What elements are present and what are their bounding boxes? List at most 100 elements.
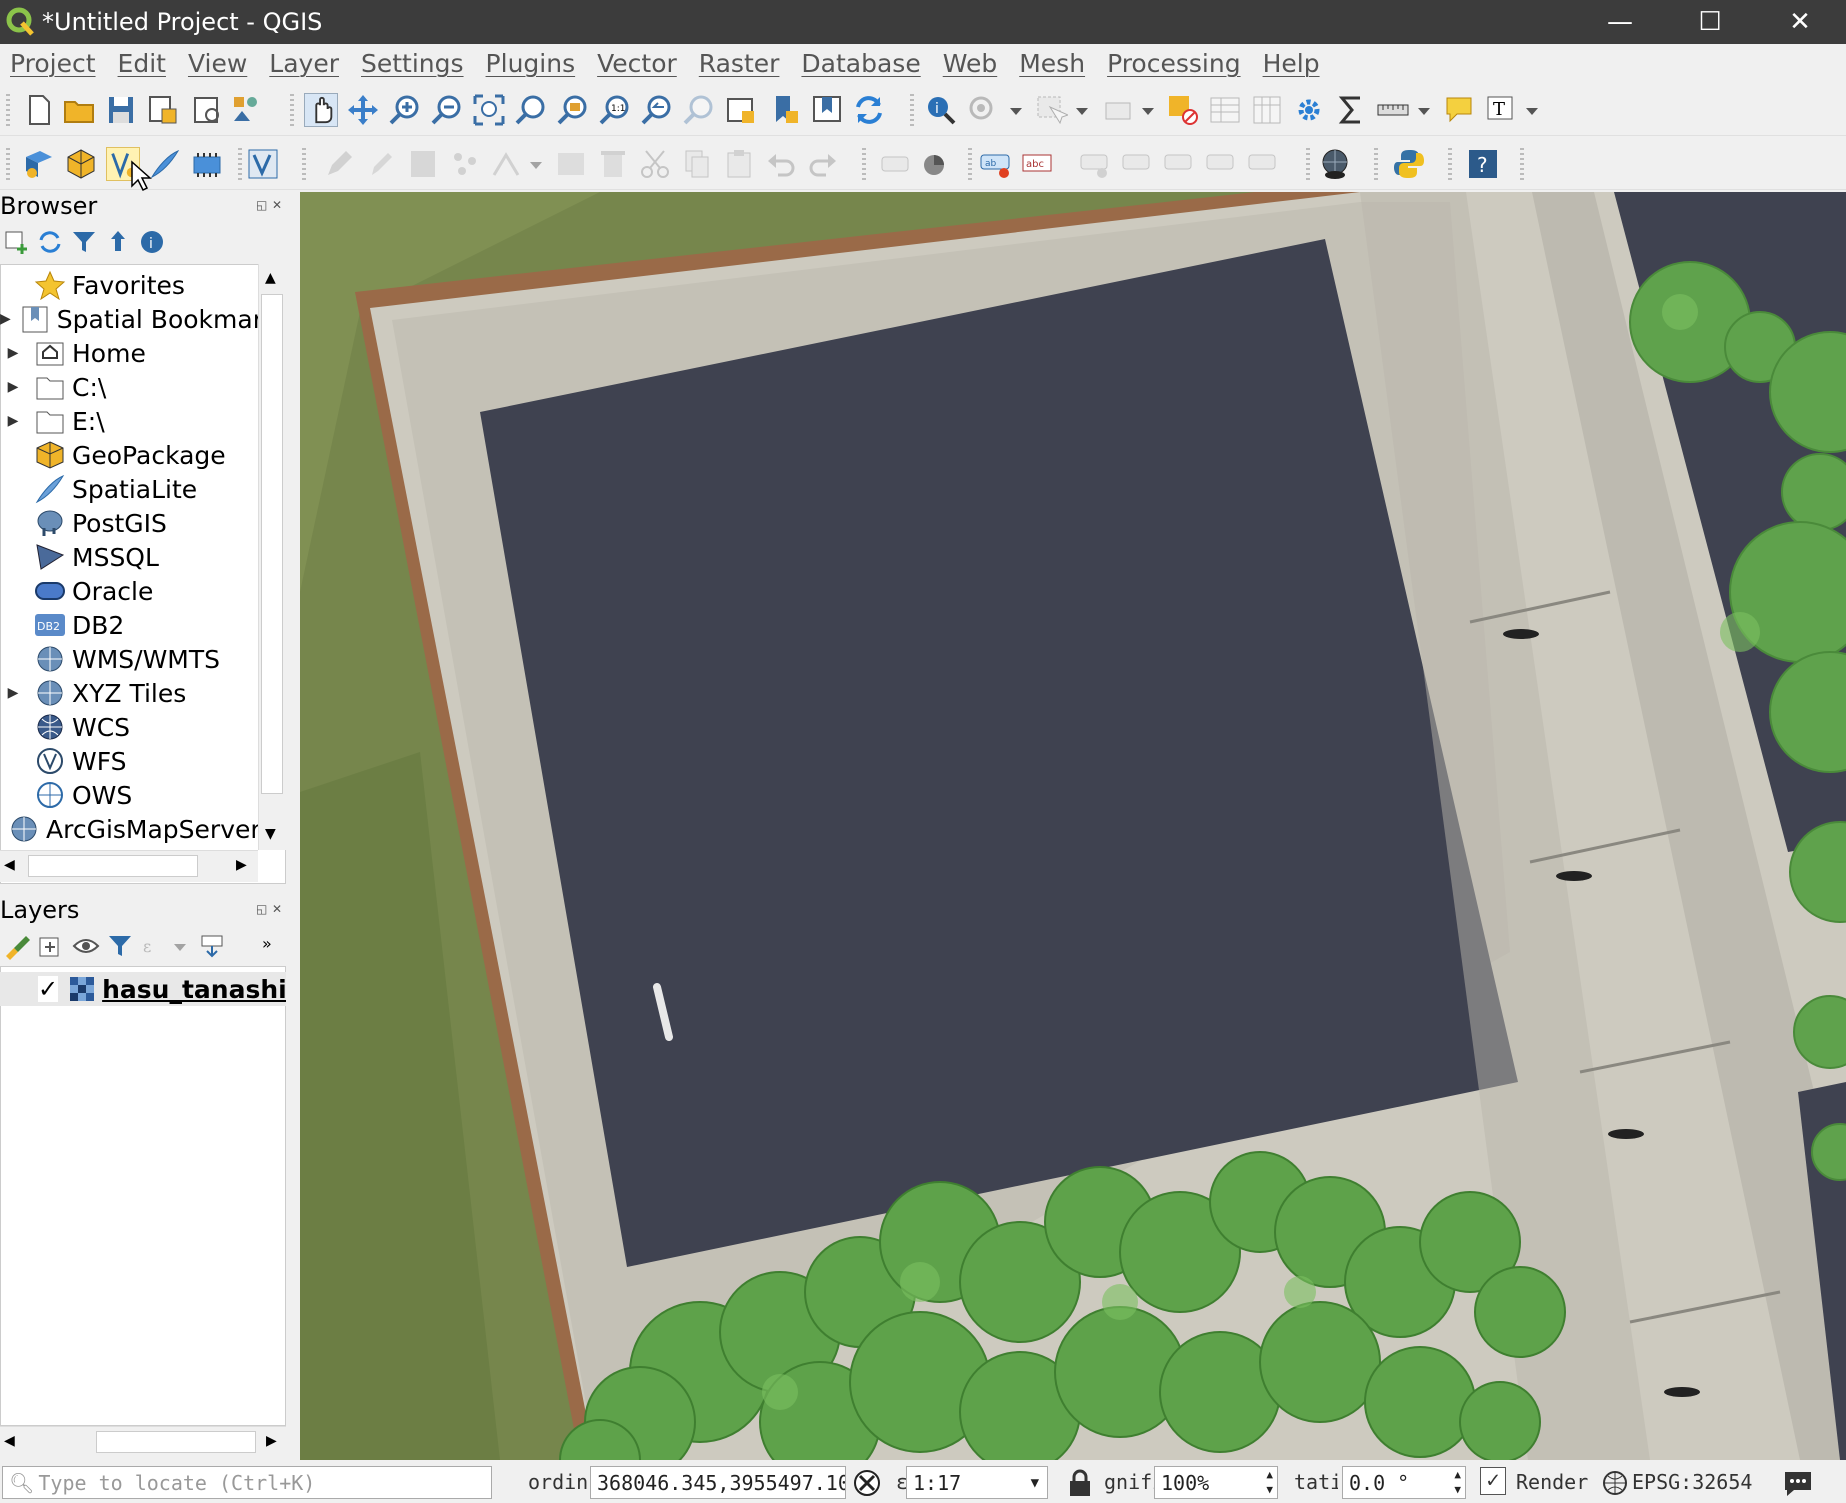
toolbar-grip[interactable] [910,94,914,126]
measure-line-icon[interactable] [1376,93,1410,127]
statistical-summary-icon[interactable] [1334,93,1368,127]
scale-combobox[interactable]: 1:17 ▼ [906,1466,1048,1499]
close-button[interactable]: ✕ [1754,0,1846,44]
close-panel-button[interactable]: ✕ [272,902,282,916]
messages-icon[interactable] [1782,1468,1814,1498]
redo-icon[interactable] [806,147,840,181]
menu-edit[interactable]: Edit [118,49,166,78]
toolbar-grip[interactable] [6,148,10,180]
dropdown-arrow-icon[interactable] [1076,108,1088,115]
maximize-button[interactable]: ☐ [1664,0,1756,44]
browser-item-xyz-tiles[interactable]: ▶ XYZ Tiles [0,676,258,710]
rotation-spinbox[interactable]: 0.0 ° ▲ ▼ [1342,1466,1466,1499]
copy-features-icon[interactable] [680,147,714,181]
toggle-extents-icon[interactable] [852,1468,882,1498]
dropdown-arrow-icon[interactable] [530,162,542,169]
scrollbar-thumb[interactable] [28,855,198,877]
browser-item-geopackage[interactable]: GeoPackage [0,438,258,472]
save-edits-icon[interactable] [406,147,440,181]
zoom-in-icon[interactable] [388,93,422,127]
browser-item-spatial-bookmarks[interactable]: ▶ Spatial Bookmarks [0,302,258,336]
zoom-last-icon[interactable] [640,93,674,127]
help-contents-icon[interactable]: ? [1466,147,1500,181]
scroll-down-arrow-icon[interactable]: ▼ [265,826,276,842]
pan-to-selection-icon[interactable] [346,93,380,127]
layer-item-hasu-tanashi[interactable]: ✓ hasu_tanashi_ [0,972,286,1006]
float-panel-button[interactable]: ◱ [256,198,267,212]
field-calculator-icon[interactable] [1250,93,1284,127]
label-properties-icon[interactable] [1246,147,1280,181]
new-bookmark-icon[interactable] [768,93,802,127]
float-panel-button[interactable]: ◱ [256,902,267,916]
new-geopackage-layer-icon[interactable] [64,147,98,181]
save-as-icon[interactable] [146,93,180,127]
menu-mesh[interactable]: Mesh [1019,49,1085,78]
save-project-icon[interactable] [104,93,138,127]
menu-processing[interactable]: Processing [1107,49,1241,78]
select-features-icon[interactable] [1034,93,1068,127]
menu-project[interactable]: Project [10,49,96,78]
zoom-out-icon[interactable] [430,93,464,127]
lock-scale-icon[interactable] [1066,1468,1094,1498]
new-map-view-icon[interactable] [724,93,758,127]
run-feature-action-icon[interactable] [966,93,1000,127]
browser-vertical-scrollbar[interactable]: ▲ ▼ [258,264,286,850]
scroll-left-arrow-icon[interactable]: ◀ [4,1433,15,1449]
scroll-right-arrow-icon[interactable]: ▶ [266,1433,277,1449]
expand-arrow-icon[interactable]: ▶ [0,311,11,327]
style-manager-icon[interactable] [230,93,264,127]
spin-arrows-icon[interactable]: ▲ ▼ [1454,1467,1461,1497]
render-checkbox[interactable]: ✓ [1480,1467,1506,1495]
select-by-value-icon[interactable] [1102,93,1136,127]
properties-info-icon[interactable]: i [138,228,166,256]
add-selected-layers-icon[interactable] [2,228,30,256]
filter-legend-icon[interactable] [106,932,134,960]
new-virtual-layer-icon[interactable] [246,147,280,181]
browser-horizontal-scrollbar[interactable]: ◀ ▶ [0,850,258,882]
expand-all-icon[interactable] [198,932,226,960]
locator-search-input[interactable]: 🔍︎ Type to locate (Ctrl+K) [2,1466,492,1499]
dropdown-arrow-icon[interactable] [1010,108,1022,115]
expand-arrow-icon[interactable]: ▶ [0,379,26,395]
spin-arrows-icon[interactable]: ▲ ▼ [1266,1467,1273,1497]
current-edits-icon[interactable] [322,147,356,181]
show-bookmarks-icon[interactable] [810,93,844,127]
toolbar-grip[interactable] [968,148,972,180]
chevron-down-icon[interactable]: ▼ [1031,1475,1039,1491]
more-tools-icon[interactable]: » [262,934,272,953]
menu-web[interactable]: Web [943,49,998,78]
zoom-to-layer-icon[interactable] [556,93,590,127]
data-source-manager-icon[interactable] [22,147,56,181]
expand-arrow-icon[interactable]: ▶ [0,413,26,429]
scrollbar-thumb[interactable] [261,294,283,794]
new-project-icon[interactable] [22,93,56,127]
menu-settings[interactable]: Settings [361,49,464,78]
add-feature-icon[interactable] [448,147,482,181]
expand-arrow-icon[interactable]: ▶ [0,345,26,361]
layers-horizontal-scrollbar[interactable]: ◀ ▶ [0,1426,286,1458]
layer-diagram-options-icon[interactable] [920,147,954,181]
menu-vector[interactable]: Vector [597,49,677,78]
layer-visibility-checkbox[interactable]: ✓ [38,975,59,1003]
paste-features-icon[interactable] [722,147,756,181]
browser-item-mssql[interactable]: MSSQL [0,540,258,574]
rotate-label-icon[interactable] [1162,147,1196,181]
zoom-native-icon[interactable]: 1:1 [598,93,632,127]
browser-item-home[interactable]: ▶ Home [0,336,258,370]
refresh-icon[interactable] [36,228,64,256]
scrollbar-thumb[interactable] [96,1431,256,1453]
identify-features-icon[interactable]: i [924,93,958,127]
new-temporary-layer-icon[interactable] [190,147,224,181]
menu-help[interactable]: Help [1263,49,1320,78]
dropdown-arrow-icon[interactable] [1418,108,1430,115]
zoom-full-icon[interactable] [472,93,506,127]
panel-splitter[interactable] [286,192,300,1460]
scroll-up-arrow-icon[interactable]: ▲ [265,270,276,286]
deselect-features-icon[interactable] [1166,93,1200,127]
scroll-right-arrow-icon[interactable]: ▶ [236,857,247,873]
refresh-icon[interactable] [852,93,886,127]
menu-database[interactable]: Database [801,49,920,78]
text-annotation-icon[interactable]: T [1484,93,1518,127]
coordinate-field[interactable]: 368046.345,3955497.102 [590,1466,846,1499]
print-layout-icon[interactable] [190,93,224,127]
